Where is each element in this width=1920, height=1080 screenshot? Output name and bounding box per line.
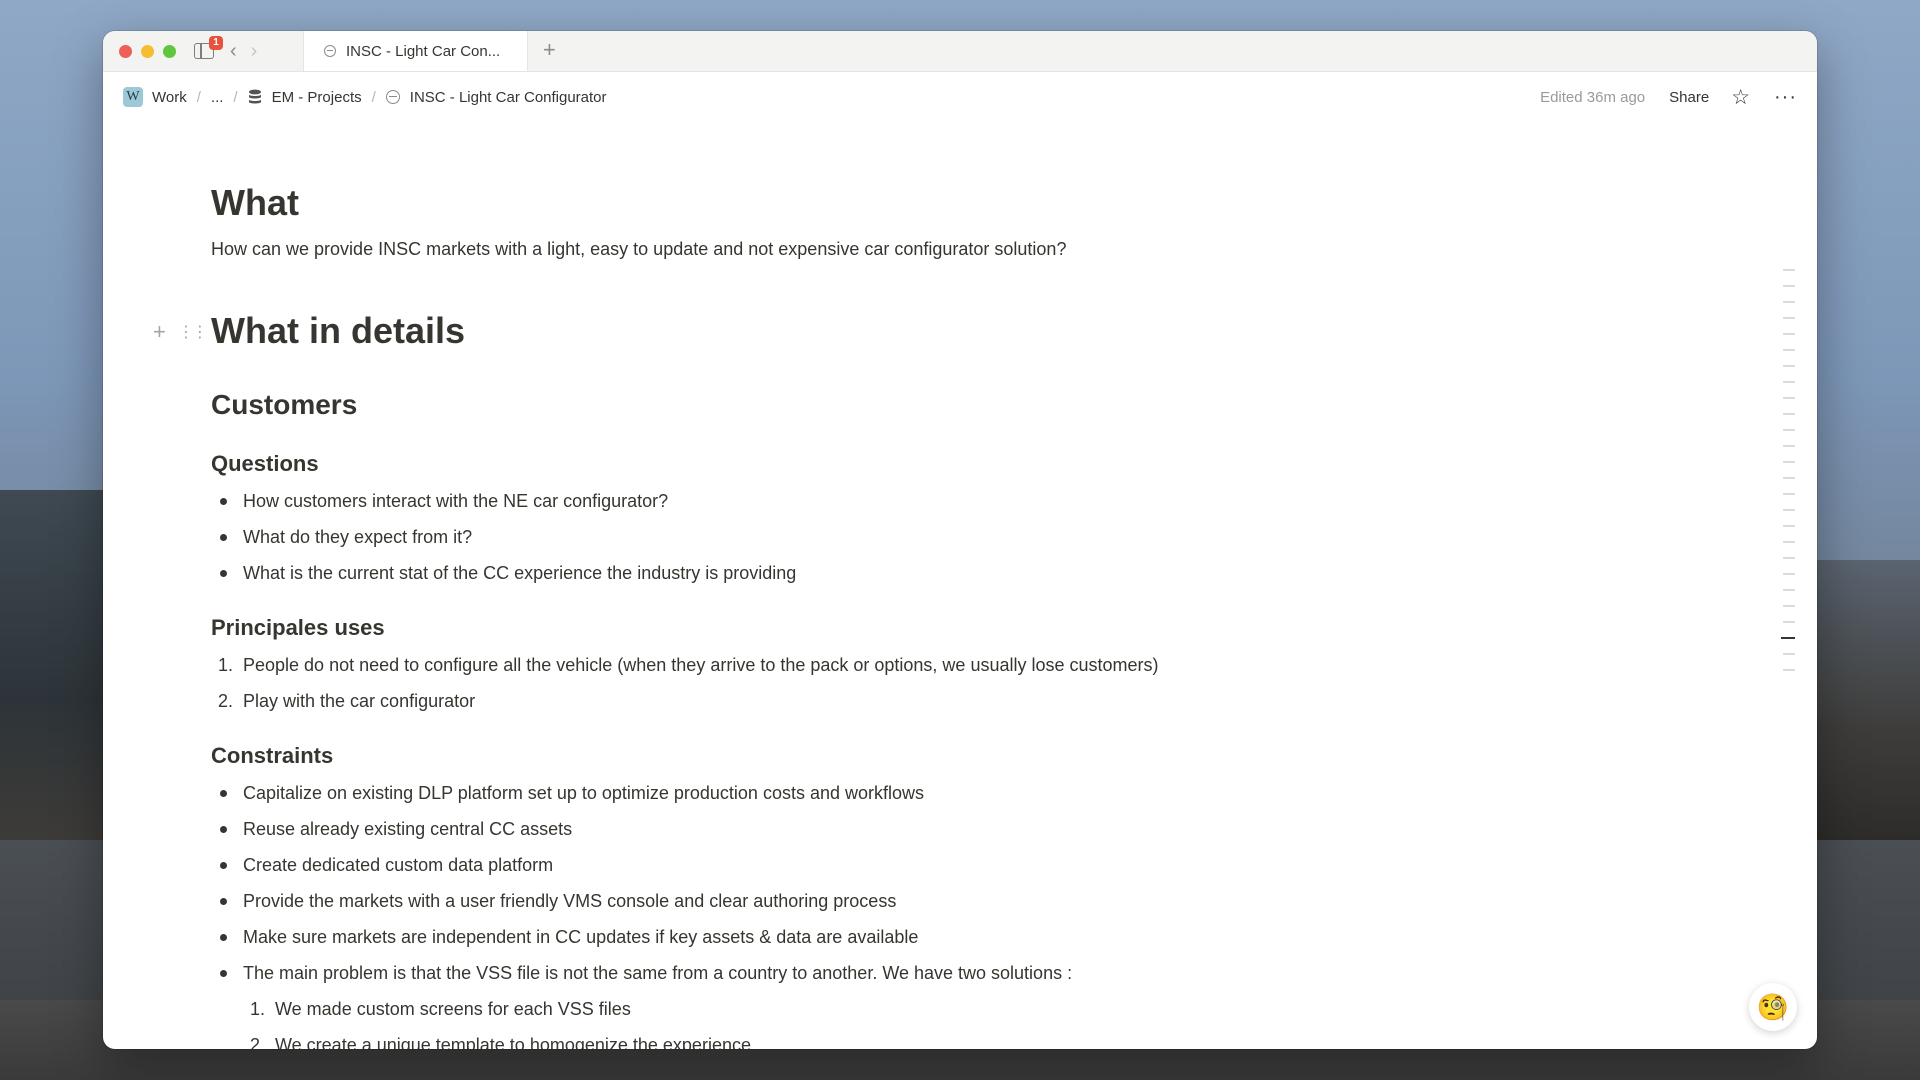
bullet bbox=[211, 525, 243, 549]
list-item[interactable]: 2. We create a unique template to homogen… bbox=[211, 1033, 1511, 1049]
breadcrumb-separator: / bbox=[196, 88, 201, 106]
table-of-contents-minimap[interactable] bbox=[1779, 269, 1795, 685]
what-description[interactable]: How can we provide INSC markets with a l… bbox=[211, 235, 1511, 263]
bullet bbox=[211, 817, 243, 841]
breadcrumb: W Work / ... / EM - Projects / INSC - Li… bbox=[123, 87, 607, 107]
heading-principales-uses[interactable]: Principales uses bbox=[211, 617, 385, 639]
list-item[interactable]: Create dedicated custom data platform bbox=[211, 853, 1511, 877]
breadcrumb-database[interactable]: EM - Projects bbox=[272, 89, 362, 106]
back-button[interactable]: ‹ bbox=[230, 41, 237, 61]
tab-title: INSC - Light Car Con... bbox=[346, 42, 501, 60]
constraint-text: Reuse already existing central CC assets bbox=[243, 819, 573, 839]
question-text: What do they expect from it? bbox=[243, 527, 473, 547]
list-item[interactable]: Provide the markets with a user friendly… bbox=[211, 889, 1511, 913]
heading-what-in-details[interactable]: What in details bbox=[211, 313, 465, 349]
minimize-window-button[interactable] bbox=[141, 44, 154, 58]
breadcrumb-separator: / bbox=[371, 88, 376, 106]
window-controls bbox=[119, 44, 176, 58]
new-tab-button[interactable]: + bbox=[543, 37, 556, 63]
sidebar-toggle-icon[interactable]: 1 bbox=[194, 36, 223, 59]
notification-badge: 1 bbox=[209, 36, 223, 50]
fullscreen-window-button[interactable] bbox=[163, 44, 176, 58]
page-icon bbox=[385, 90, 400, 104]
breadcrumb-separator: / bbox=[233, 88, 238, 106]
question-text: How customers interact with the NE car c… bbox=[243, 491, 669, 511]
list-item[interactable]: What do they expect from it? bbox=[211, 525, 1511, 549]
favorite-star-icon[interactable]: ☆ bbox=[1731, 85, 1750, 110]
share-button[interactable]: Share bbox=[1669, 89, 1709, 106]
tab-insc-light-car[interactable]: INSC - Light Car Con... bbox=[303, 31, 528, 71]
constraint-text: Make sure markets are independent in CC … bbox=[243, 927, 919, 947]
background-buildings-right bbox=[1810, 560, 1920, 840]
constraint-text: Capitalize on existing DLP platform set … bbox=[243, 783, 925, 803]
constraint-text: Provide the markets with a user friendly… bbox=[243, 891, 897, 911]
heading-customers[interactable]: Customers bbox=[211, 391, 357, 419]
bullet bbox=[211, 781, 243, 805]
heading-questions[interactable]: Questions bbox=[211, 453, 319, 475]
workspace-icon: W bbox=[123, 87, 143, 107]
list-item[interactable]: Capitalize on existing DLP platform set … bbox=[211, 781, 1511, 805]
database-icon bbox=[248, 89, 261, 104]
bullet bbox=[211, 889, 243, 913]
bullet bbox=[211, 489, 243, 513]
bullet bbox=[211, 961, 243, 985]
list-item[interactable]: 2. Play with the car configurator bbox=[211, 689, 1511, 713]
add-block-icon[interactable]: + bbox=[153, 319, 166, 345]
more-options-icon[interactable]: ··· bbox=[1774, 87, 1797, 107]
constraint-text: The main problem is that the VSS file is… bbox=[243, 963, 1073, 983]
heading-what[interactable]: What bbox=[211, 185, 299, 221]
use-text: People do not need to configure all the … bbox=[243, 655, 1159, 675]
title-bar: 1 ‹ › INSC - Light Car Con... + bbox=[103, 31, 1817, 72]
background-buildings-left bbox=[0, 490, 105, 840]
list-item[interactable]: Make sure markets are independent in CC … bbox=[211, 925, 1511, 949]
list-item[interactable]: 1. We made custom screens for each VSS fi… bbox=[211, 997, 1511, 1021]
list-item[interactable]: 1. People do not need to configure all th… bbox=[211, 653, 1511, 677]
solution-text: We made custom screens for each VSS file… bbox=[275, 999, 631, 1019]
app-window: 1 ‹ › INSC - Light Car Con... + W Work /… bbox=[103, 31, 1817, 1049]
solution-text: We create a unique template to homogeniz… bbox=[275, 1035, 751, 1049]
breadcrumb-workspace[interactable]: Work bbox=[152, 89, 187, 106]
heading-constraints[interactable]: Constraints bbox=[211, 745, 333, 767]
list-item[interactable]: How customers interact with the NE car c… bbox=[211, 489, 1511, 513]
list-number: 2. bbox=[218, 691, 234, 711]
bullet bbox=[211, 561, 243, 585]
close-window-button[interactable] bbox=[119, 44, 132, 58]
bullet bbox=[211, 925, 243, 949]
breadcrumb-page[interactable]: INSC - Light Car Configurator bbox=[410, 89, 607, 106]
help-assistant-icon[interactable]: 🧐 bbox=[1749, 983, 1797, 1031]
top-bar: W Work / ... / EM - Projects / INSC - Li… bbox=[103, 72, 1817, 122]
drag-handle-icon[interactable]: ⋮⋮ bbox=[178, 322, 208, 342]
constraint-text: Create dedicated custom data platform bbox=[243, 855, 554, 875]
list-item[interactable]: Reuse already existing central CC assets bbox=[211, 817, 1511, 841]
last-edited-label: Edited 36m ago bbox=[1540, 88, 1646, 106]
list-item[interactable]: What is the current stat of the CC exper… bbox=[211, 561, 1511, 585]
page-actions: Edited 36m ago Share ☆ ··· bbox=[1540, 72, 1797, 122]
bullet bbox=[211, 853, 243, 877]
question-text: What is the current stat of the CC exper… bbox=[243, 563, 797, 583]
list-item[interactable]: The main problem is that the VSS file is… bbox=[211, 961, 1511, 985]
list-number: 2. bbox=[250, 1035, 266, 1049]
forward-button[interactable]: › bbox=[251, 41, 258, 61]
block-handle: + ⋮⋮ bbox=[153, 319, 208, 345]
breadcrumb-ellipsis[interactable]: ... bbox=[211, 89, 224, 106]
use-text: Play with the car configurator bbox=[243, 691, 476, 711]
list-number: 1. bbox=[250, 999, 266, 1019]
list-number: 1. bbox=[218, 655, 234, 675]
page-icon bbox=[324, 45, 336, 57]
